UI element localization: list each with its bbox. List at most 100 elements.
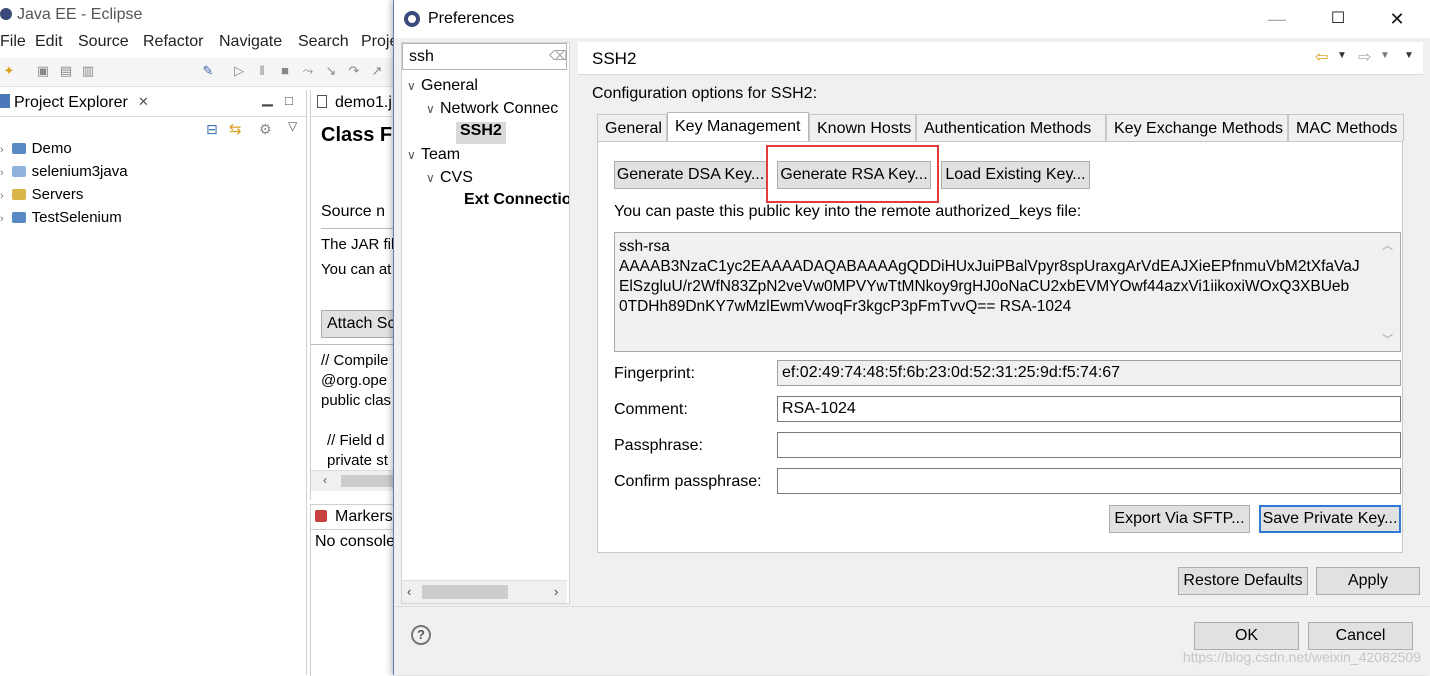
tree-node-general[interactable]: ∨ General <box>407 77 478 99</box>
expand-icon[interactable]: › <box>0 144 4 156</box>
tree-node-team[interactable]: ∨ Team <box>407 146 460 168</box>
class-file-heading: Class F <box>321 124 393 146</box>
forward-icon[interactable]: ⇨ <box>1358 47 1371 67</box>
chevron-down-icon[interactable]: ∨ <box>407 148 421 162</box>
apply-button[interactable]: Apply <box>1316 567 1420 595</box>
close-icon[interactable]: ✕ <box>138 94 149 110</box>
page-description: Configuration options for SSH2: <box>592 85 818 102</box>
tab-general[interactable]: General <box>597 114 667 141</box>
chevron-down-icon[interactable]: ∨ <box>407 79 421 93</box>
markers-icon <box>315 510 327 522</box>
tree-item-servers[interactable]: › Servers <box>0 186 83 208</box>
comment-field[interactable]: RSA-1024 <box>777 396 1401 422</box>
chevron-down-icon[interactable]: ∨ <box>426 171 440 185</box>
scroll-left-icon[interactable]: ‹ <box>323 473 327 487</box>
minimize-icon[interactable]: — <box>1264 8 1290 30</box>
scroll-thumb[interactable] <box>341 475 395 487</box>
view-menu-icon[interactable]: ▽ <box>288 119 297 133</box>
save-private-key-button[interactable]: Save Private Key... <box>1259 505 1401 533</box>
expand-icon[interactable]: › <box>0 190 4 202</box>
back-icon[interactable]: ⇦ <box>1315 47 1328 67</box>
tree-node-ssh2[interactable]: SSH2 <box>456 122 506 144</box>
editor-hscroll[interactable]: ‹ <box>311 470 395 491</box>
cancel-button[interactable]: Cancel <box>1308 622 1413 650</box>
resume-icon[interactable]: ▷ <box>232 64 246 78</box>
clear-filter-icon[interactable]: ⌫ <box>549 48 567 64</box>
step-into-icon[interactable]: ↘ <box>324 64 338 78</box>
page-header: SSH2 ⇦ ▼ ⇨ ▼ ▼ <box>578 42 1423 75</box>
pin-icon[interactable]: ✎ <box>201 64 215 78</box>
project-explorer-tab[interactable]: Project Explorer <box>14 94 128 112</box>
step-return-icon[interactable]: ↗ <box>370 64 384 78</box>
page-title: SSH2 <box>592 49 637 68</box>
public-key-textarea[interactable]: ssh-rsa AAAAB3NzaC1yc2EAAAADAQABAAAAgQDD… <box>614 232 1401 352</box>
tab-key-exchange-methods[interactable]: Key Exchange Methods <box>1106 114 1288 141</box>
restore-defaults-button[interactable]: Restore Defaults <box>1178 567 1308 595</box>
tree-node-cvs[interactable]: ∨ CVS <box>426 169 473 191</box>
generate-dsa-key-button[interactable]: Generate DSA Key... <box>614 161 767 189</box>
minimize-icon[interactable]: ▁ <box>262 90 273 107</box>
code-line: // Compile <box>321 352 389 369</box>
jar-text: The JAR fil <box>321 236 395 253</box>
menu-search[interactable]: Search <box>298 33 349 51</box>
confirm-passphrase-label: Confirm passphrase: <box>614 473 762 490</box>
tree-node-network-connections[interactable]: ∨ Network Connec <box>426 100 569 122</box>
help-icon[interactable]: ? <box>411 625 431 645</box>
tab-mac-methods[interactable]: MAC Methods <box>1288 114 1404 141</box>
chevron-down-icon[interactable]: ∨ <box>426 102 440 116</box>
close-icon[interactable]: ✕ <box>1384 8 1410 30</box>
menu-file[interactable]: File <box>0 33 26 51</box>
new-icon[interactable]: ✦ <box>2 64 16 78</box>
confirm-passphrase-field[interactable] <box>777 468 1401 494</box>
passphrase-field[interactable] <box>777 432 1401 458</box>
tab-authentication-methods[interactable]: Authentication Methods <box>916 114 1106 141</box>
ok-button[interactable]: OK <box>1194 622 1299 650</box>
menu-edit[interactable]: Edit <box>35 33 63 51</box>
maximize-icon[interactable]: □ <box>285 93 293 108</box>
dialog-titlebar[interactable]: Preferences — ☐ ✕ <box>394 0 1430 38</box>
passphrase-label: Passphrase: <box>614 437 703 454</box>
print-icon[interactable]: ▥ <box>81 64 95 78</box>
menu-navigate[interactable]: Navigate <box>219 33 282 51</box>
expand-icon[interactable]: › <box>0 213 4 225</box>
expand-icon[interactable]: › <box>0 167 4 179</box>
filter-icon[interactable]: ⚙ <box>259 121 272 138</box>
source-heading: Source n <box>321 203 386 220</box>
scroll-right-icon[interactable]: › <box>554 584 558 599</box>
scroll-up-icon[interactable]: ︿ <box>1382 237 1393 253</box>
tab-known-hosts[interactable]: Known Hosts <box>809 114 916 141</box>
filter-input[interactable] <box>402 43 567 70</box>
collapse-all-icon[interactable]: ⊟ <box>206 121 218 138</box>
tree-item-testselenium[interactable]: › TestSelenium <box>0 209 122 231</box>
scroll-left-icon[interactable]: ‹ <box>407 584 411 599</box>
save-icon[interactable]: ▣ <box>36 64 50 78</box>
scroll-down-icon[interactable]: ﹀ <box>1382 331 1393 347</box>
fingerprint-field: ef:02:49:74:48:5f:6b:23:0d:52:31:25:9d:f… <box>777 360 1401 386</box>
tree-item-demo[interactable]: › Demo <box>0 140 72 162</box>
markers-panel: Markers No console <box>310 504 395 676</box>
markers-tab[interactable]: Markers <box>335 508 393 526</box>
chevron-down-icon[interactable]: ▼ <box>1380 50 1390 61</box>
export-via-sftp-button[interactable]: Export Via SFTP... <box>1109 505 1250 533</box>
menu-refactor[interactable]: Refactor <box>143 33 203 51</box>
tree-node-ext-connection[interactable]: Ext Connectio <box>464 191 569 213</box>
terminate-icon[interactable]: ■ <box>278 64 292 78</box>
tree-hscroll[interactable]: ‹ › <box>402 580 567 603</box>
chevron-down-icon[interactable]: ▼ <box>1337 50 1347 61</box>
divider <box>321 228 395 229</box>
link-editor-icon[interactable]: ⇆ <box>229 120 242 138</box>
load-existing-key-button[interactable]: Load Existing Key... <box>941 161 1090 189</box>
preference-page: SSH2 ⇦ ▼ ⇨ ▼ ▼ Configuration options for… <box>578 42 1423 602</box>
editor-tab[interactable]: demo1.j <box>335 94 392 112</box>
tab-key-management[interactable]: Key Management <box>667 112 809 142</box>
save-all-icon[interactable]: ▤ <box>59 64 73 78</box>
scroll-thumb[interactable] <box>422 585 508 599</box>
paste-hint: You can paste this public key into the r… <box>614 203 1082 220</box>
view-menu-icon[interactable]: ▼ <box>1404 50 1414 61</box>
step-over-icon[interactable]: ↷ <box>347 64 361 78</box>
menu-source[interactable]: Source <box>78 33 129 51</box>
maximize-icon[interactable]: ☐ <box>1325 8 1351 30</box>
tree-item-selenium3java[interactable]: › selenium3java <box>0 163 128 185</box>
disconnect-icon[interactable]: ⤳ <box>301 64 315 78</box>
suspend-icon[interactable]: ‖ <box>255 64 269 78</box>
